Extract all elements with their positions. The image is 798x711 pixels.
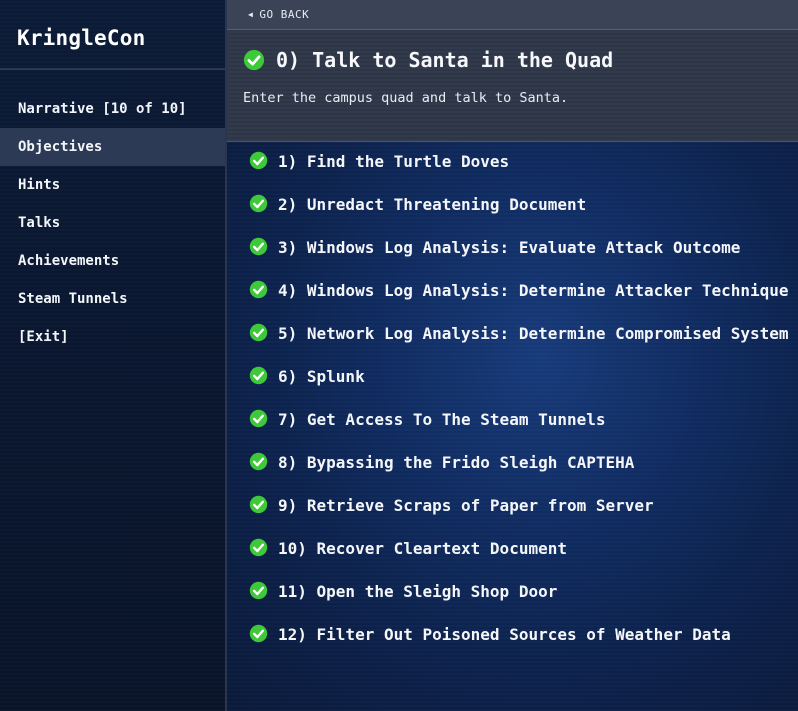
check-circle-icon [243, 49, 265, 71]
selected-objective-title: 0) Talk to Santa in the Quad [276, 48, 614, 72]
sidebar-item-steam-tunnels[interactable]: Steam Tunnels [0, 280, 225, 318]
check-circle-icon [249, 237, 268, 256]
sidebar-item-talks[interactable]: Talks [0, 204, 225, 242]
main-panel: ◀ GO BACK 0) Talk to Santa in the Quad E… [227, 0, 798, 711]
objective-label: 8) Bypassing the Frido Sleigh CAPTEHA [278, 453, 635, 472]
sidebar-item-achievements[interactable]: Achievements [0, 242, 225, 280]
left-triangle-icon: ◀ [248, 10, 254, 19]
objectives-list: 1) Find the Turtle Doves 2) Unredact Thre… [227, 142, 798, 646]
sidebar-item-exit[interactable]: [Exit] [0, 318, 225, 356]
objective-item[interactable]: 3) Windows Log Analysis: Evaluate Attack… [227, 237, 798, 259]
objective-label: 10) Recover Cleartext Document [278, 539, 567, 558]
check-circle-icon [249, 581, 268, 600]
objective-item[interactable]: 8) Bypassing the Frido Sleigh CAPTEHA [227, 452, 798, 474]
check-circle-icon [249, 151, 268, 170]
check-circle-icon [249, 194, 268, 213]
check-circle-icon [249, 452, 268, 471]
objective-item[interactable]: 4) Windows Log Analysis: Determine Attac… [227, 280, 798, 302]
objective-item[interactable]: 1) Find the Turtle Doves [227, 151, 798, 173]
app-window: KringleCon Narrative [10 of 10] Objectiv… [0, 0, 798, 711]
objective-label: 4) Windows Log Analysis: Determine Attac… [278, 281, 789, 300]
selected-objective-panel: 0) Talk to Santa in the Quad Enter the c… [227, 30, 798, 142]
sidebar: KringleCon Narrative [10 of 10] Objectiv… [0, 0, 227, 711]
check-circle-icon [249, 538, 268, 557]
sidebar-nav: Narrative [10 of 10] Objectives Hints Ta… [0, 70, 225, 356]
check-circle-icon [249, 323, 268, 342]
selected-objective-title-row: 0) Talk to Santa in the Quad [243, 48, 798, 72]
check-circle-icon [249, 495, 268, 514]
selected-objective-description: Enter the campus quad and talk to Santa. [243, 90, 569, 106]
objective-label: 1) Find the Turtle Doves [278, 152, 510, 171]
check-circle-icon [249, 280, 268, 299]
sidebar-item-hints[interactable]: Hints [0, 166, 225, 204]
objective-item[interactable]: 5) Network Log Analysis: Determine Compr… [227, 323, 798, 345]
objective-label: 5) Network Log Analysis: Determine Compr… [278, 324, 789, 343]
objective-label: 12) Filter Out Poisoned Sources of Weath… [278, 625, 731, 644]
objective-label: 6) Splunk [278, 367, 365, 386]
go-back-label: GO BACK [259, 8, 310, 21]
objective-item[interactable]: 10) Recover Cleartext Document [227, 538, 798, 560]
go-back-button[interactable]: ◀ GO BACK [227, 0, 798, 30]
objective-item[interactable]: 9) Retrieve Scraps of Paper from Server [227, 495, 798, 517]
objective-label: 7) Get Access To The Steam Tunnels [278, 410, 606, 429]
check-circle-icon [249, 624, 268, 643]
sidebar-item-narrative[interactable]: Narrative [10 of 10] [0, 90, 225, 128]
objective-item[interactable]: 11) Open the Sleigh Shop Door [227, 581, 798, 603]
sidebar-item-objectives[interactable]: Objectives [0, 128, 225, 166]
objective-label: 2) Unredact Threatening Document [278, 195, 587, 214]
objective-item[interactable]: 12) Filter Out Poisoned Sources of Weath… [227, 624, 798, 646]
brand-title: KringleCon [0, 0, 225, 70]
check-circle-icon [249, 409, 268, 428]
objective-item[interactable]: 7) Get Access To The Steam Tunnels [227, 409, 798, 431]
objective-label: 9) Retrieve Scraps of Paper from Server [278, 496, 654, 515]
objective-item[interactable]: 2) Unredact Threatening Document [227, 194, 798, 216]
objective-item[interactable]: 6) Splunk [227, 366, 798, 388]
objective-label: 11) Open the Sleigh Shop Door [278, 582, 558, 601]
objective-label: 3) Windows Log Analysis: Evaluate Attack… [278, 238, 741, 257]
check-circle-icon [249, 366, 268, 385]
